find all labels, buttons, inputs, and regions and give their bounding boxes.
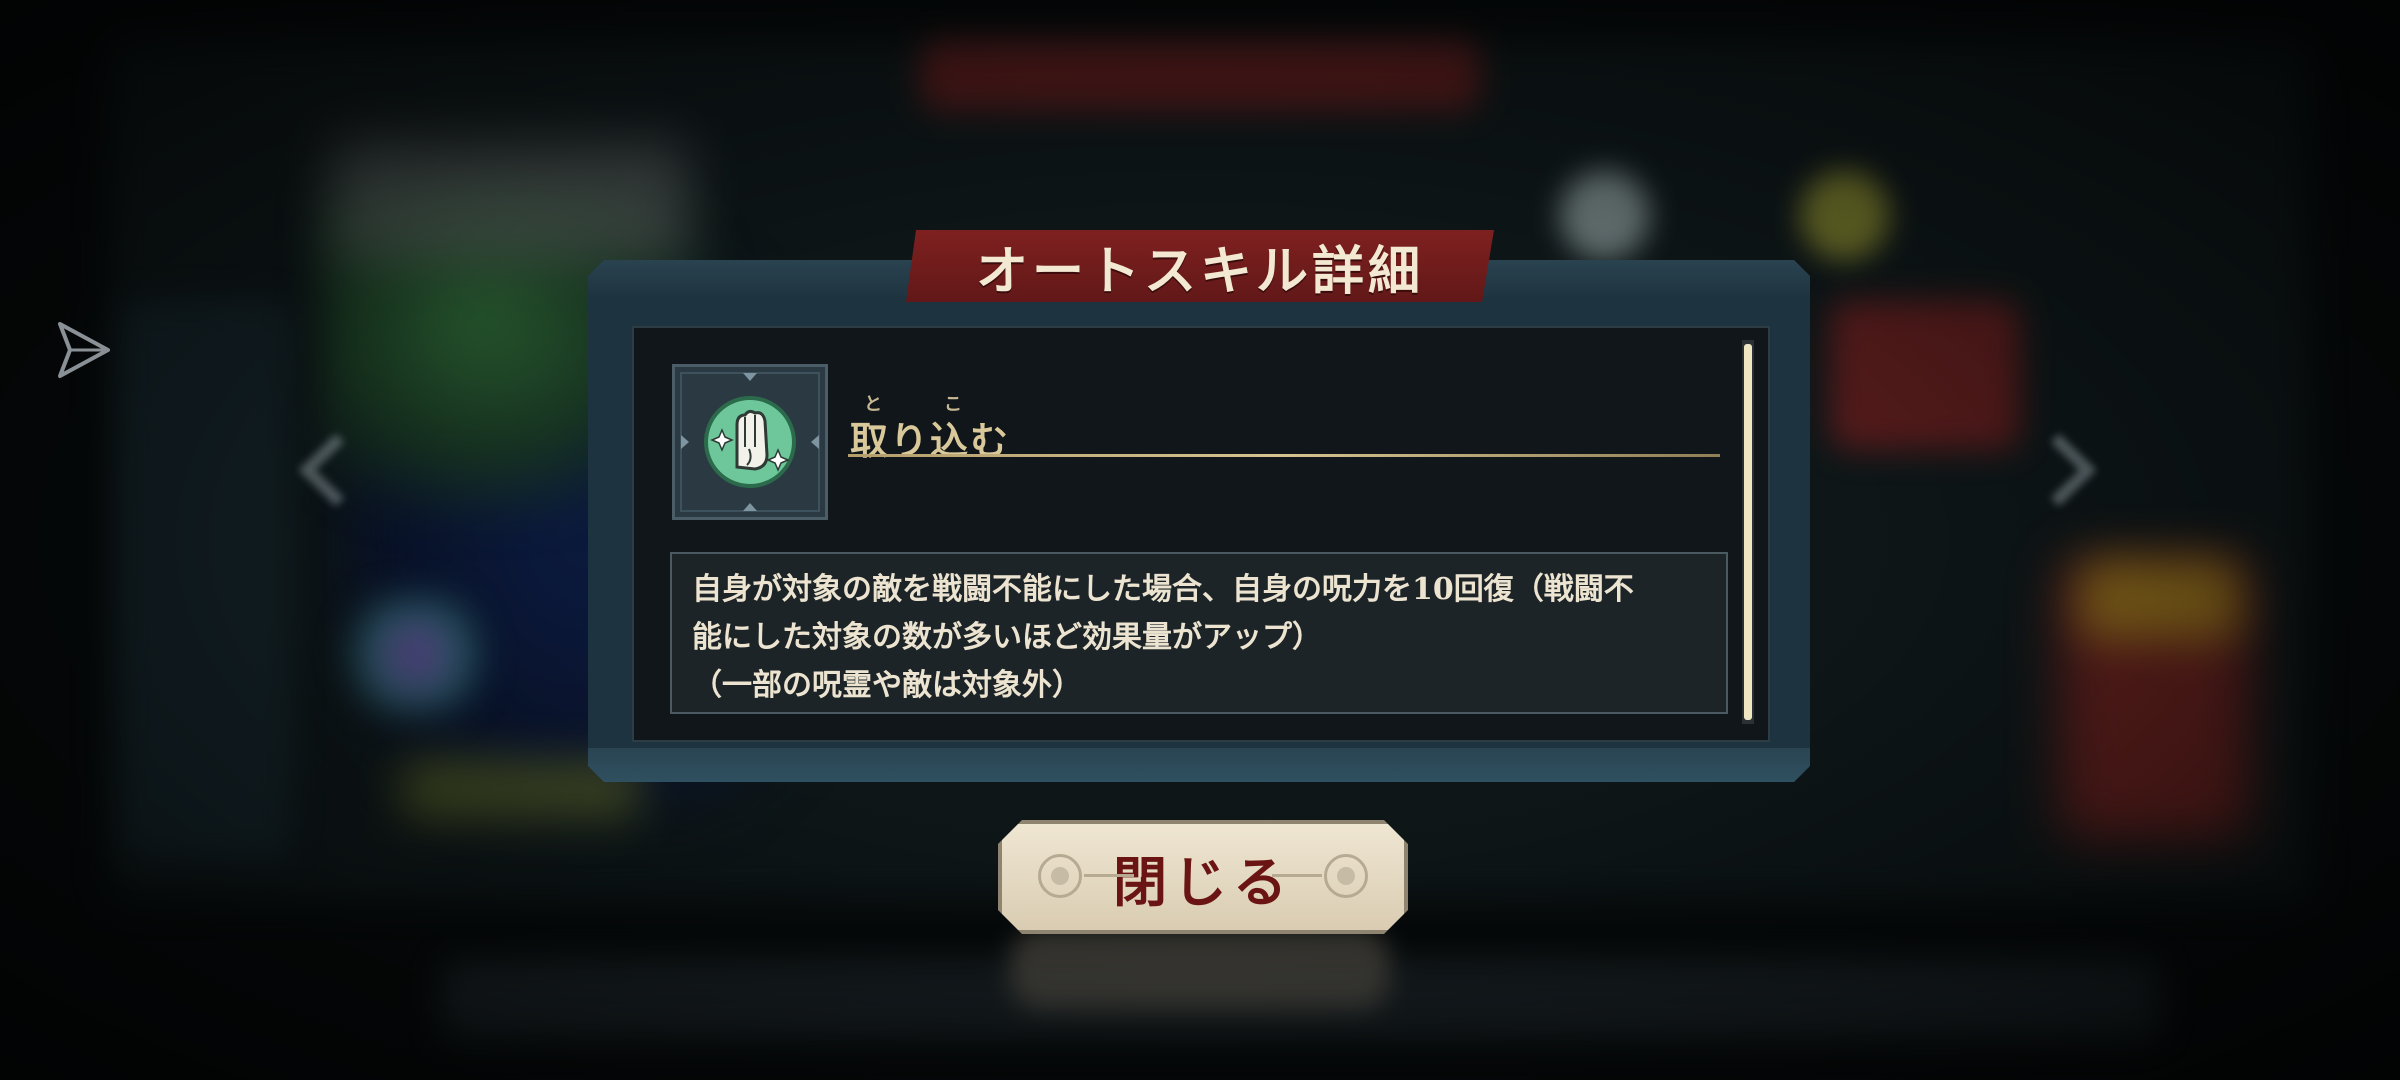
skill-description-line: 能にした対象の数が多いほど効果量がアップ）: [692, 620, 1322, 655]
previous-arrow-icon: [298, 433, 345, 507]
scrollbar-thumb[interactable]: [1744, 344, 1752, 720]
button-ornament: [1324, 854, 1368, 898]
send-icon[interactable]: [56, 320, 112, 380]
skill-description-line: 自身が対象の敵を戦闘不能にした場合、自身の呪力を10回復（戦闘不: [692, 572, 1634, 607]
dialog-title-plate: オートスキル詳細: [906, 230, 1494, 302]
grasping-hand-icon: [680, 372, 820, 512]
close-button[interactable]: 閉じる: [998, 820, 1408, 934]
button-ornament-line: [1272, 874, 1322, 877]
button-ornament: [1038, 854, 1082, 898]
close-button-label: 閉じる: [1113, 849, 1293, 914]
skill-icon-frame: [672, 364, 828, 520]
dialog-title: オートスキル詳細: [975, 240, 1424, 302]
button-ornament-line: [1084, 874, 1134, 877]
dialog-bottom-border: [588, 748, 1810, 782]
skill-name-underline: [848, 454, 1720, 457]
next-arrow-icon: [2050, 433, 2097, 507]
skill-description-box: 自身が対象の敵を戦闘不能にした場合、自身の呪力を10回復（戦闘不 能にした対象の…: [670, 552, 1728, 714]
skill-description-line: （一部の呪霊や敵は対象外）: [692, 668, 1082, 703]
